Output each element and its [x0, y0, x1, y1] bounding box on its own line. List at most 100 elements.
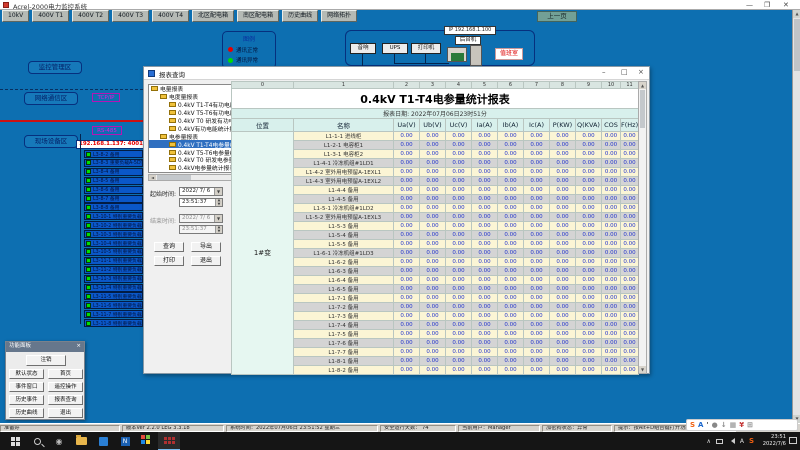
sogou-toolbar-icon-8[interactable]: ⊞ [747, 420, 753, 430]
taskbar-clock[interactable]: 23:51 2022/7/6 [763, 434, 786, 447]
dialog-maximize-icon[interactable]: □ [621, 68, 628, 76]
device-item[interactable]: L3-11-6 特别重要负载A [84, 301, 143, 309]
start-time-spinner[interactable]: 23:51:37 ▲▼ [179, 198, 223, 207]
tab-5[interactable]: 400V T4 [152, 10, 189, 22]
dialog-minimize-icon[interactable]: – [602, 68, 606, 76]
table-vertical-scrollbar[interactable]: ▲ ▼ [638, 81, 647, 374]
device-item[interactable]: L3-10-4 特别重要负载A [84, 239, 143, 247]
tab-2[interactable]: 400V T1 [32, 10, 69, 22]
device-item[interactable]: L3-8-6 备用 [84, 186, 143, 194]
row-value-cell: 0.00 [472, 357, 498, 366]
tab-9[interactable]: 网络拓扑 [321, 10, 357, 22]
taskbar-app-appn[interactable]: N [114, 432, 136, 450]
panel-button-2[interactable]: 首页 [48, 369, 83, 379]
status-square-icon [86, 196, 91, 201]
sogou-input-toolbar[interactable]: SA' ●↓▦¥⊞ [686, 419, 798, 431]
taskbar-app-start[interactable] [4, 432, 26, 450]
scrollbar-thumb[interactable] [157, 175, 191, 180]
tab-8[interactable]: 历史曲线 [282, 10, 318, 22]
device-item[interactable]: L3-8-8 备用 [84, 203, 143, 211]
sogou-icon[interactable]: S [749, 437, 754, 445]
notification-center-icon[interactable] [789, 437, 797, 444]
device-item[interactable]: L3-8-3 重要负载A-5DT1 [84, 159, 143, 167]
device-item[interactable]: L3-11-1 特别重要负载A [84, 257, 143, 265]
device-item[interactable]: L3-11-5 特别重要负载A [84, 292, 143, 300]
close-icon[interactable]: × [76, 342, 81, 352]
previous-page-button[interactable]: 上一页 [537, 11, 577, 22]
spinner-icon[interactable]: ▲▼ [215, 199, 222, 206]
sogou-toolbar-icon-4[interactable]: ● [712, 420, 718, 430]
device-item[interactable]: L3-8-4 备用 [84, 168, 143, 176]
sogou-toolbar-icon-6[interactable]: ▦ [730, 420, 737, 430]
start-date-combo[interactable]: 2022/ 7/ 6 ▼ [179, 187, 223, 196]
row-value-cell: 0.00 [394, 312, 420, 321]
scroll-up-icon[interactable]: ▲ [639, 82, 646, 89]
sogou-toolbar-icon-2[interactable]: A [698, 420, 703, 430]
device-item[interactable]: L3-11-8 特别重要负载A [84, 319, 143, 327]
scroll-up-icon[interactable]: ▲ [793, 10, 800, 18]
sogou-toolbar-icon-1[interactable]: S [690, 420, 695, 430]
device-item[interactable]: L3-10-3 特别重要负载A [84, 230, 143, 238]
device-item[interactable]: L3-11-3 特别重要负载A [84, 275, 143, 283]
chevron-down-icon[interactable]: ▼ [214, 188, 222, 195]
panel-button-7[interactable]: 历史曲线 [9, 408, 44, 418]
exit-button[interactable]: 退出 [191, 256, 221, 266]
device-item[interactable]: L3-8-5 备用 [84, 177, 143, 185]
display-icon[interactable] [716, 439, 723, 444]
folder-icon [160, 94, 167, 99]
table-col-number: 2 [394, 82, 420, 89]
tab-7[interactable]: 南区配电箱 [237, 10, 279, 22]
panel-button-1[interactable]: 默认状态 [9, 369, 44, 379]
sogou-toolbar-icon-5[interactable]: ↓ [721, 420, 727, 430]
device-item[interactable]: L3-11-4 特别重要负载A [84, 284, 143, 292]
device-label: L3-11-1 特别重要负载A [93, 257, 143, 264]
scrollbar-thumb[interactable] [794, 19, 800, 71]
device-item[interactable]: L3-11-7 特别重要负载A [84, 310, 143, 318]
panel-button-6[interactable]: 报表查询 [48, 395, 83, 405]
tab-1[interactable]: 10kV [2, 10, 29, 22]
sogou-toolbar-icon-3[interactable]: ' [706, 420, 708, 430]
logout-button[interactable]: 注销 [26, 355, 66, 366]
device-item[interactable]: L3-8-7 备用 [84, 195, 143, 203]
row-value-cell: 0.00 [446, 186, 472, 195]
maximize-icon[interactable]: ❐ [764, 0, 770, 10]
tab-3[interactable]: 400V T2 [72, 10, 109, 22]
device-item[interactable]: L3-10-1 特别重要负载DCS A [84, 212, 143, 220]
taskbar-app-taskview[interactable]: ◉ [48, 432, 70, 450]
taskbar-app-search[interactable] [26, 432, 48, 450]
query-button[interactable]: 查询 [154, 242, 184, 252]
device-item[interactable]: L3-8-2 备用 [84, 150, 143, 158]
minimize-icon[interactable]: — [746, 0, 753, 10]
taskbar-app-explorer[interactable] [70, 432, 92, 450]
tray-expand-icon[interactable]: ∧ [706, 438, 710, 445]
device-item[interactable]: L3-10-5 特别重要负载A [84, 248, 143, 256]
folder-icon [169, 142, 176, 147]
panel-button-3[interactable]: 事件窗口 [9, 382, 44, 392]
scrollbar-thumb[interactable] [640, 90, 645, 128]
input-language-icon[interactable]: A [740, 438, 744, 445]
scroll-left-icon[interactable]: ◄ [149, 175, 156, 180]
function-panel-titlebar[interactable]: 功能面板 × [6, 342, 84, 352]
taskbar-app-grid4[interactable] [136, 432, 158, 450]
tab-6[interactable]: 北区配电箱 [192, 10, 234, 22]
panel-button-4[interactable]: 遥控操作 [48, 382, 83, 392]
row-value-cell: 0.00 [394, 177, 420, 186]
device-item[interactable]: L3-10-2 特别重要负载A [84, 221, 143, 229]
folder-icon [169, 150, 176, 155]
volume-icon[interactable] [728, 438, 735, 444]
close-icon[interactable]: ✕ [783, 0, 789, 10]
taskbar-app-appblue[interactable] [92, 432, 114, 450]
dialog-close-icon[interactable]: × [638, 68, 644, 76]
print-button[interactable]: 打印 [154, 256, 184, 266]
scroll-down-icon[interactable]: ▼ [639, 366, 646, 373]
taskbar-app-acrel[interactable] [158, 432, 180, 450]
device-item[interactable]: L3-11-2 特别重要负载A [84, 266, 143, 274]
main-vertical-scrollbar[interactable]: ▲ ▼ [792, 10, 800, 423]
row-value-cell: 0.00 [576, 357, 602, 366]
panel-button-8[interactable]: 退出 [48, 408, 83, 418]
panel-button-5[interactable]: 历史事件 [9, 395, 44, 405]
sogou-toolbar-icon-7[interactable]: ¥ [739, 420, 744, 430]
export-button[interactable]: 导出 [191, 242, 221, 252]
dialog-titlebar[interactable]: 报表查询 – □ × [144, 67, 649, 80]
tab-4[interactable]: 400V T3 [112, 10, 149, 22]
